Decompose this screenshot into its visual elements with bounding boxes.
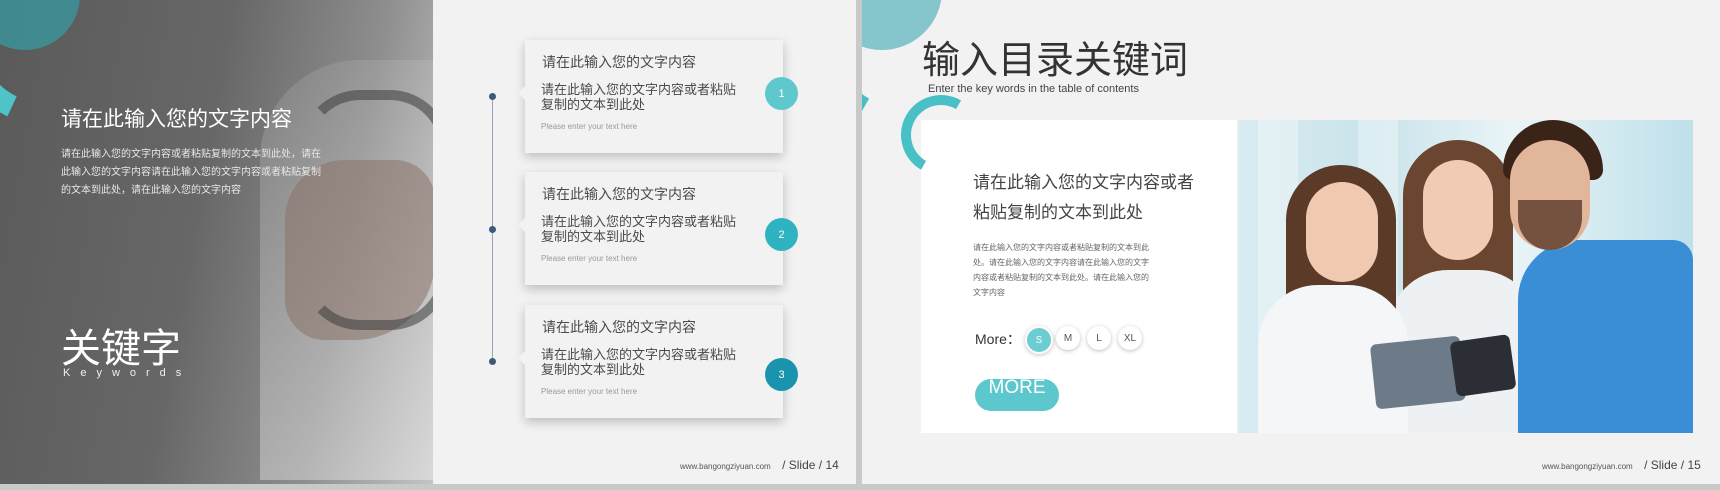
number-badge-3[interactable]: 3 xyxy=(765,358,798,391)
content-card-3[interactable]: 请在此输入您的文字内容 请在此输入您的文字内容或者粘贴复制的文本到此处 Plea… xyxy=(518,305,783,418)
keyword-title: 关键字 xyxy=(61,327,181,371)
card-subtext: Please enter your text here xyxy=(541,387,638,396)
slide-title: 输入目录关键词 xyxy=(922,40,1189,82)
size-option-l[interactable]: L xyxy=(1087,326,1111,350)
card-heading: 请在此输入您的文字内容或者粘贴复制的文本到此处 xyxy=(973,173,1194,222)
doctor-scrubs xyxy=(1518,240,1693,433)
card-title: 请在此输入您的文字内容 xyxy=(542,54,696,70)
panel-body-text: 请在此输入您的文字内容或者粘贴复制的文本到此处，请在此输入您的文字内容请在此输入… xyxy=(61,149,321,196)
doctor-photo-panel: 请在此输入您的文字内容 请在此输入您的文字内容或者粘贴复制的文本到此处，请在此输… xyxy=(0,0,433,484)
content-card-1[interactable]: 请在此输入您的文字内容 请在此输入您的文字内容或者粘贴复制的文本到此处 Plea… xyxy=(518,40,783,153)
slide-footer: www.bangongziyuan.com / Slide / 15 xyxy=(1542,458,1701,472)
timeline-dot xyxy=(489,226,496,233)
timeline-dot xyxy=(489,93,496,100)
card-description: 请在此输入您的文字内容或者粘贴复制的文本到此处 xyxy=(541,347,737,377)
footer-separator: / xyxy=(1680,458,1685,472)
footer-slide-label: / Slide xyxy=(782,458,816,472)
content-card-2[interactable]: 请在此输入您的文字内容 请在此输入您的文字内容或者粘贴复制的文本到此处 Plea… xyxy=(518,172,783,285)
number-badge-2[interactable]: 2 xyxy=(765,218,798,251)
info-card: 请在此输入您的文字内容或者粘贴复制的文本到此处 请在此输入您的文字内容或者粘贴复… xyxy=(892,86,1237,433)
doctor-face xyxy=(1306,182,1378,282)
footer-url: www.bangongziyuan.com xyxy=(680,462,771,471)
card-description: 请在此输入您的文字内容或者粘贴复制的文本到此处 xyxy=(541,214,737,244)
number-badge-1[interactable]: 1 xyxy=(765,77,798,110)
slide-14: 请在此输入您的文字内容 请在此输入您的文字内容或者粘贴复制的文本到此处，请在此输… xyxy=(0,0,856,484)
size-label: More： xyxy=(975,331,1021,347)
footer-page-number: 15 xyxy=(1687,458,1701,472)
size-option-xl[interactable]: XL xyxy=(1118,326,1142,350)
card-title: 请在此输入您的文字内容 xyxy=(542,319,696,335)
footer-separator: / xyxy=(818,458,823,472)
doctor-face xyxy=(1423,160,1493,260)
stethoscope-image xyxy=(300,90,433,330)
panel-heading: 请在此输入您的文字内容 xyxy=(61,108,292,131)
card-pointer xyxy=(518,217,526,233)
card-pointer xyxy=(518,350,526,366)
footer-url: www.bangongziyuan.com xyxy=(1542,462,1633,471)
slide-footer: www.bangongziyuan.com / Slide / 14 xyxy=(680,458,839,472)
card-subtext: Please enter your text here xyxy=(541,254,638,263)
size-option-m[interactable]: M xyxy=(1056,326,1080,350)
card-subtext: Please enter your text here xyxy=(541,122,638,131)
footer-page-number: 14 xyxy=(825,458,839,472)
slide-subtitle: Enter the key words in the table of cont… xyxy=(928,83,1139,95)
timeline-dot xyxy=(489,358,496,365)
card-description: 请在此输入您的文字内容或者粘贴复制的文本到此处 xyxy=(541,82,737,112)
doctors-team-photo xyxy=(1238,120,1693,433)
card-pointer xyxy=(518,85,526,101)
keyword-subtitle: Keywords xyxy=(63,367,192,379)
footer-slide-label: / Slide xyxy=(1644,458,1678,472)
tablet-device-dark xyxy=(1449,334,1517,397)
slide-15: 输入目录关键词 Enter the key words in the table… xyxy=(862,0,1720,484)
more-button[interactable]: MORE xyxy=(975,379,1059,411)
size-option-s[interactable]: S xyxy=(1025,326,1053,354)
card-body-text: 请在此输入您的文字内容或者粘贴复制的文本到此处。请在此输入您的文字内容请在此输入… xyxy=(973,243,1149,297)
card-title: 请在此输入您的文字内容 xyxy=(542,186,696,202)
